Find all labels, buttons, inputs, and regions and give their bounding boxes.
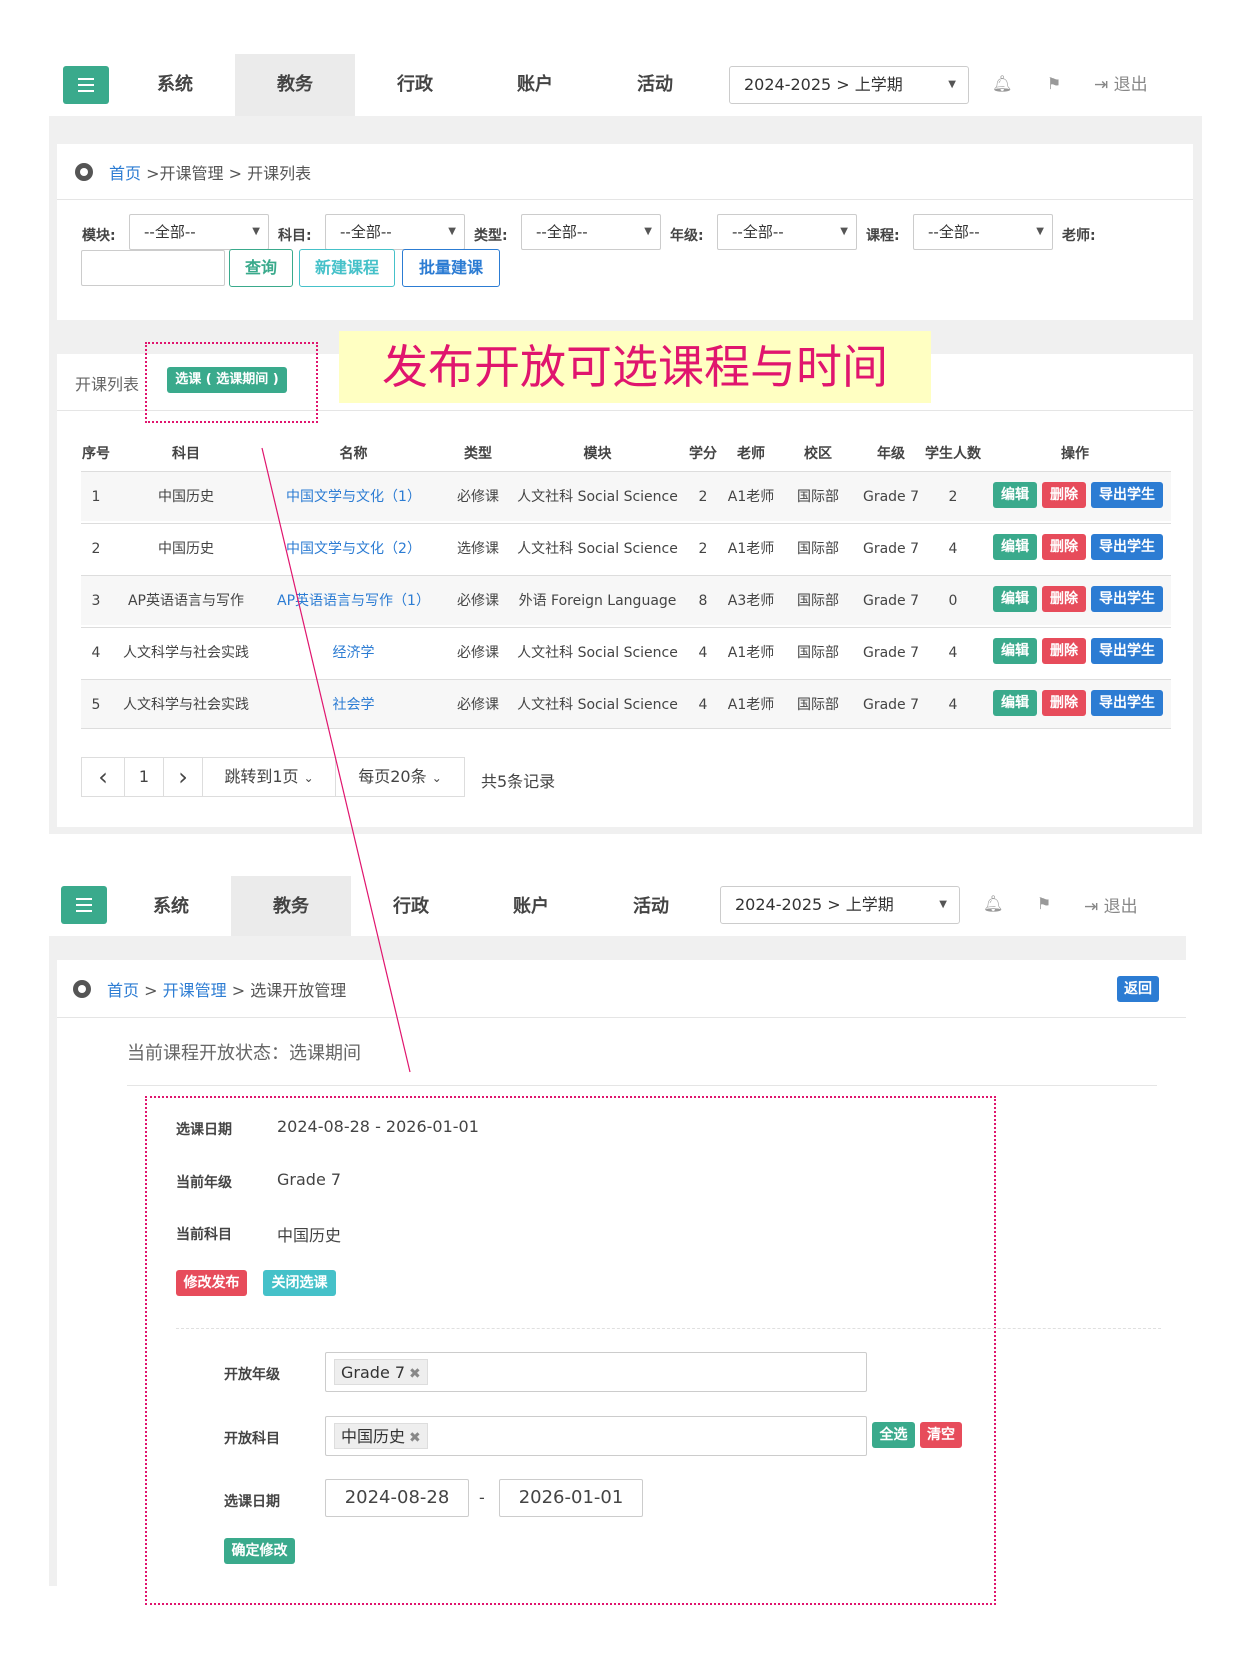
annotation-arrow-line [261,447,411,1073]
annotation-connector [261,447,411,1073]
